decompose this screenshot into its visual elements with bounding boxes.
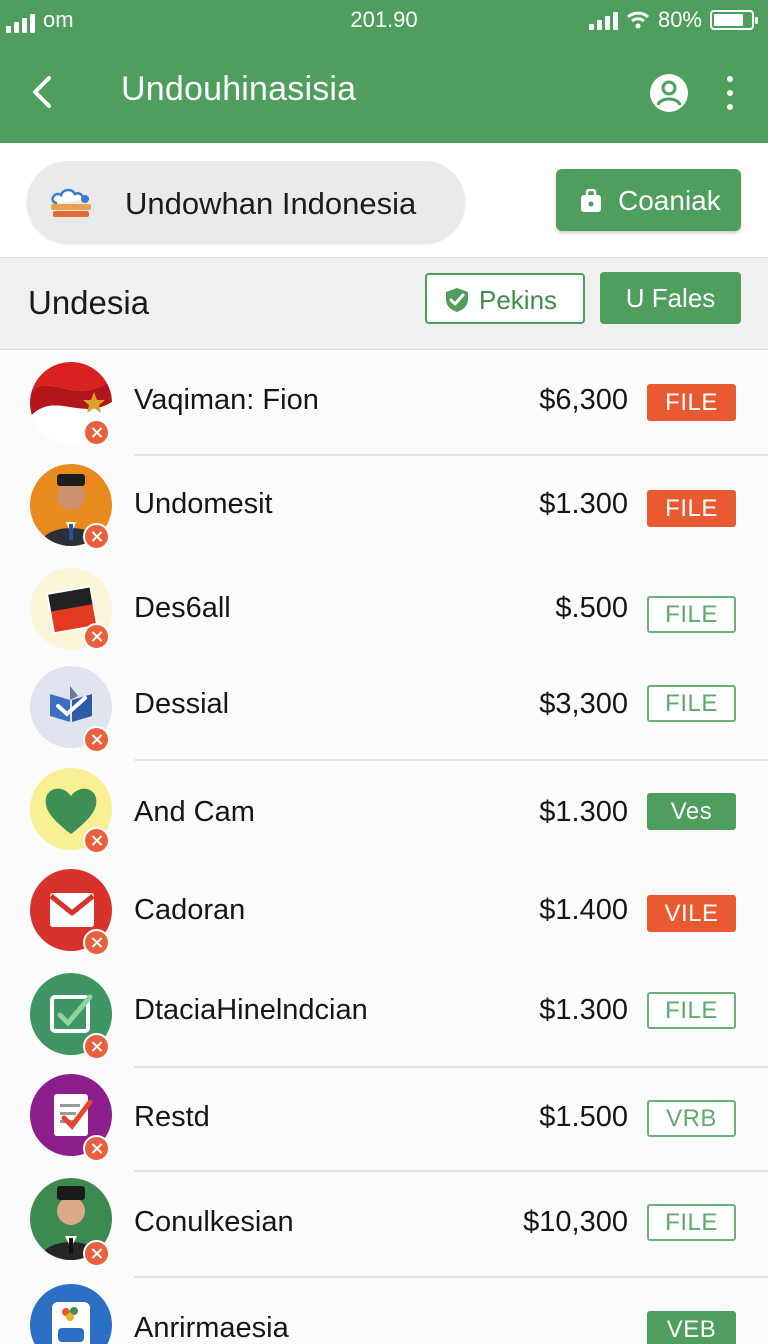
list-item[interactable]: Restd $1.500 VRB — [0, 1068, 768, 1172]
list-item[interactable]: Conulkesian $10,300 FILE — [0, 1172, 768, 1278]
item-name: Anrirmaesia — [134, 1312, 289, 1344]
battery-icon — [710, 10, 758, 30]
list-item[interactable]: Undomesit $1.300 FILE — [0, 456, 768, 558]
profile-button[interactable] — [648, 72, 690, 114]
remove-badge[interactable] — [83, 1240, 110, 1267]
item-name: Vaqiman: Fion — [134, 384, 319, 416]
search-row: Undowhan Indonesia Coaniak — [0, 143, 768, 258]
status-bar: om 201.90 80% — [0, 0, 768, 40]
list-item[interactable]: DtaciaHinelndcian $1.300 FILE — [0, 961, 768, 1068]
filter-chip-pekins[interactable]: Pekins — [425, 273, 585, 324]
item-name: Cadoran — [134, 894, 246, 926]
item-name: DtaciaHinelndcian — [134, 994, 368, 1026]
back-button[interactable] — [20, 68, 64, 116]
page-title: Undouhinasisia — [121, 70, 357, 108]
section-title: Undesia — [28, 284, 150, 321]
list-item[interactable]: Vaqiman: Fion $6,300 FILE — [0, 350, 768, 456]
filter-chip-pekins-label: Pekins — [479, 285, 558, 315]
item-price: $1.300 — [539, 994, 628, 1026]
item-price: $1.400 — [539, 894, 628, 926]
item-name: Restd — [134, 1101, 210, 1133]
shopping-bag-icon — [581, 189, 601, 212]
item-price: $1.500 — [539, 1101, 628, 1133]
item-name: Dessial — [134, 688, 230, 720]
search-field[interactable]: Undowhan Indonesia — [27, 161, 465, 243]
item-list: Vaqiman: Fion $6,300 FILE Undomesit $1.3… — [0, 350, 768, 1344]
remove-badge[interactable] — [83, 726, 110, 753]
search-label: Undowhan Indonesia — [125, 186, 417, 221]
item-tag[interactable]: Ves — [647, 793, 736, 830]
list-item[interactable]: Cadoran $1.400 VILE — [0, 859, 768, 961]
item-tag[interactable]: FILE — [647, 1204, 736, 1241]
filter-chip-fales-label: U Fales — [625, 283, 716, 313]
item-tag[interactable]: FILE — [647, 685, 736, 722]
chevron-left-icon — [33, 76, 51, 108]
more-options-button[interactable] — [716, 72, 744, 114]
app-bar: Undouhinasisia — [0, 48, 768, 138]
dot-icon — [727, 76, 733, 82]
item-price: $1.300 — [539, 488, 628, 520]
list-item[interactable]: Des6all $.500 FILE — [0, 558, 768, 658]
coaniak-label: Coaniak — [618, 185, 721, 216]
app-avatar — [30, 1284, 112, 1344]
user-icon — [650, 74, 688, 112]
coaniak-button[interactable]: Coaniak — [556, 169, 741, 231]
dot-icon — [727, 104, 733, 110]
item-tag[interactable]: VRB — [647, 1100, 736, 1137]
remove-badge[interactable] — [83, 523, 110, 550]
item-name: Des6all — [134, 592, 231, 624]
item-price: $6,300 — [539, 384, 628, 416]
cloud-icon — [51, 188, 91, 217]
dot-icon — [727, 90, 733, 96]
item-price: $1.300 — [539, 796, 628, 828]
remove-badge[interactable] — [83, 419, 110, 446]
battery-percent: 80% — [657, 7, 702, 32]
remove-badge[interactable] — [83, 1135, 110, 1162]
list-item[interactable]: And Cam $1.300 Ves — [0, 761, 768, 859]
top-bar: om 201.90 80% Undouhinasisia — [0, 0, 768, 143]
signal-icon-right — [588, 10, 618, 30]
remove-badge[interactable] — [83, 929, 110, 956]
item-price: $3,300 — [539, 688, 628, 720]
item-tag[interactable]: FILE — [647, 596, 736, 633]
remove-badge[interactable] — [83, 827, 110, 854]
filter-chip-fales[interactable]: U Fales — [600, 272, 741, 324]
section-header: Undesia Pekins U Fales — [0, 258, 768, 350]
item-tag[interactable]: FILE — [647, 490, 736, 527]
list-item[interactable]: Dessial $3,300 FILE — [0, 658, 768, 761]
item-tag[interactable]: VEB — [647, 1311, 736, 1344]
remove-badge[interactable] — [83, 623, 110, 650]
item-tag[interactable]: FILE — [647, 992, 736, 1029]
item-tag[interactable]: VILE — [647, 895, 736, 932]
wifi-icon — [626, 11, 649, 29]
item-price: $10,300 — [523, 1206, 628, 1238]
item-name: Undomesit — [134, 488, 273, 520]
battery-fill — [714, 14, 743, 26]
item-name: And Cam — [134, 796, 255, 828]
item-name: Conulkesian — [134, 1206, 294, 1238]
list-item[interactable]: Anrirmaesia VEB — [0, 1278, 768, 1344]
item-tag[interactable]: FILE — [647, 384, 736, 421]
shield-check-icon — [446, 288, 468, 312]
remove-badge[interactable] — [83, 1033, 110, 1060]
item-price: $.500 — [555, 592, 628, 624]
